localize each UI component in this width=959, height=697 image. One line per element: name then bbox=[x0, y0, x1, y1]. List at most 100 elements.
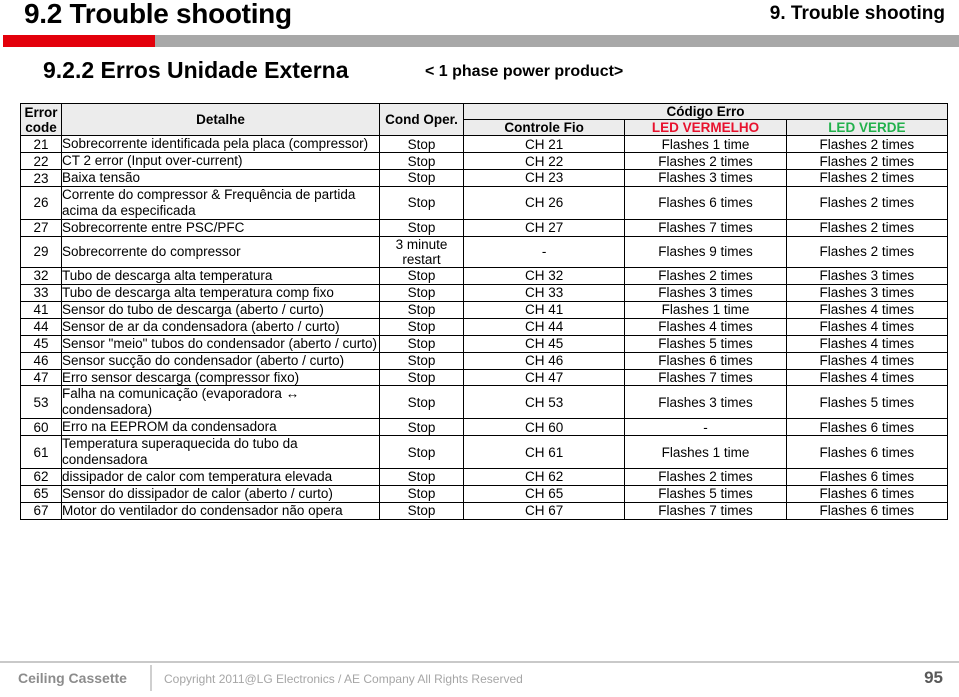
slide-header: 9.2 Trouble shooting 9. Trouble shooting bbox=[0, 0, 959, 33]
cell-controle-fio: CH 27 bbox=[462, 218, 626, 237]
cell-error-code: 22 bbox=[20, 152, 62, 171]
cell-led-vermelho: Flashes 1 time bbox=[624, 135, 787, 154]
cell-cond-oper: Stop bbox=[379, 266, 464, 285]
cell-detalhe: Tubo de descarga alta temperatura bbox=[61, 266, 380, 285]
cell-detalhe: Erro sensor descarga (compressor fixo) bbox=[61, 368, 380, 387]
cell-led-verde: Flashes 4 times bbox=[785, 351, 949, 370]
cell-detalhe: Baixa tensão bbox=[61, 169, 380, 187]
cell-led-verde: Flashes 4 times bbox=[785, 368, 949, 387]
cell-cond-oper: Stop bbox=[379, 351, 464, 370]
cell-led-verde: Flashes 2 times bbox=[785, 235, 949, 268]
cell-error-code: 46 bbox=[20, 351, 62, 370]
cell-led-vermelho: Flashes 9 times bbox=[624, 235, 787, 268]
cell-cond-oper: Stop bbox=[379, 135, 464, 154]
table-row: 47 Erro sensor descarga (compressor fixo)… bbox=[20, 368, 949, 387]
cell-error-code: 53 bbox=[20, 385, 62, 420]
table-row: 67 Motor do ventilador do condensador não… bbox=[20, 501, 949, 520]
cell-led-vermelho: Flashes 5 times bbox=[624, 484, 787, 503]
table-body: 21 Sobrecorrente identificada pela placa … bbox=[20, 135, 949, 520]
cell-controle-fio: CH 65 bbox=[462, 484, 626, 503]
column-header-error-code-line2: code bbox=[25, 119, 57, 135]
cell-led-vermelho: Flashes 3 times bbox=[624, 169, 787, 187]
cell-cond-oper: Stop bbox=[379, 185, 464, 220]
cell-led-verde: Flashes 6 times bbox=[785, 435, 949, 470]
cell-led-vermelho: Flashes 7 times bbox=[624, 501, 787, 520]
table-row: 41 Sensor do tubo de descarga (aberto / c… bbox=[20, 300, 949, 319]
table-row: 33 Tubo de descarga alta temperatura comp… bbox=[20, 283, 949, 302]
column-header-led-vermelho: LED VERMELHO bbox=[624, 119, 787, 137]
table-row: 23 Baixa tensão Stop CH 23 Flashes 3 times Fl… bbox=[20, 169, 949, 187]
cell-detalhe: Sensor do tubo de descarga (aberto / cur… bbox=[61, 300, 380, 319]
footer-brand: Ceiling Cassette bbox=[18, 670, 127, 686]
column-header-error-code: Error code bbox=[20, 102, 62, 137]
cell-led-vermelho: Flashes 3 times bbox=[624, 385, 787, 420]
column-header-codigo-erro: Código Erro bbox=[463, 102, 948, 121]
error-code-table-wrapper: Error code Detalhe Cond Oper. Código Err… bbox=[20, 102, 949, 520]
table-row: 61 Temperatura superaquecida do tubo da c… bbox=[20, 435, 949, 470]
cell-cond-oper: Stop bbox=[379, 218, 464, 237]
cell-led-verde: Flashes 6 times bbox=[785, 468, 949, 486]
cell-cond-oper: Stop bbox=[379, 169, 464, 187]
cell-error-code: 61 bbox=[20, 435, 62, 470]
table-row: 22 CT 2 error (Input over-current) Stop CH … bbox=[20, 152, 949, 171]
cell-cond-oper: Stop bbox=[379, 418, 464, 437]
table-row: 26 Corrente do compressor & Frequência de… bbox=[20, 185, 949, 220]
chapter-label: 9. Trouble shooting bbox=[769, 3, 945, 24]
table-row: 60 Erro na EEPROM da condensadora Stop CH 6… bbox=[20, 418, 949, 437]
table-row: 62 dissipador de calor com temperatura el… bbox=[20, 468, 949, 486]
table-row: 29 Sobrecorrente do compressor 3 minute re… bbox=[20, 235, 949, 268]
cell-error-code: 67 bbox=[20, 501, 62, 520]
cell-error-code: 45 bbox=[20, 334, 62, 353]
table-row: 21 Sobrecorrente identificada pela placa … bbox=[20, 135, 949, 154]
cell-controle-fio: CH 62 bbox=[462, 468, 626, 486]
table-row: 44 Sensor de ar da condensadora (aberto /… bbox=[20, 317, 949, 336]
cell-error-code: 65 bbox=[20, 484, 62, 503]
cell-controle-fio: CH 46 bbox=[462, 351, 626, 370]
cell-led-verde: Flashes 6 times bbox=[785, 418, 949, 437]
header-rule-bar bbox=[3, 35, 959, 47]
cell-led-verde: Flashes 6 times bbox=[785, 501, 949, 520]
cell-cond-oper: Stop bbox=[379, 283, 464, 302]
table-header: Error code Detalhe Cond Oper. Código Err… bbox=[20, 102, 949, 137]
cell-error-code: 62 bbox=[20, 468, 62, 486]
section-note: < 1 phase power product> bbox=[425, 63, 624, 80]
cell-cond-oper: Stop bbox=[379, 501, 464, 520]
cell-controle-fio: CH 26 bbox=[462, 185, 626, 220]
cell-cond-oper: Stop bbox=[379, 334, 464, 353]
cell-cond-oper: Stop bbox=[379, 385, 464, 420]
cell-controle-fio: CH 23 bbox=[462, 169, 626, 187]
table-row: 32 Tubo de descarga alta temperatura Stop C… bbox=[20, 266, 949, 285]
cell-cond-oper: Stop bbox=[379, 152, 464, 171]
cell-cond-oper: Stop bbox=[379, 484, 464, 503]
cell-error-code: 32 bbox=[20, 266, 62, 285]
cell-led-vermelho: Flashes 4 times bbox=[624, 317, 787, 336]
cell-cond-oper: Stop bbox=[379, 300, 464, 319]
cell-error-code: 27 bbox=[20, 218, 62, 237]
cell-controle-fio: CH 33 bbox=[462, 283, 626, 302]
cell-led-vermelho: - bbox=[624, 418, 787, 437]
cell-detalhe: Sobrecorrente identificada pela placa (c… bbox=[61, 135, 380, 154]
cell-detalhe: Falha na comunicação (evaporadora ↔ cond… bbox=[61, 385, 380, 420]
column-header-cond-oper: Cond Oper. bbox=[379, 102, 464, 137]
cell-detalhe: Corrente do compressor & Frequência de p… bbox=[61, 185, 380, 220]
cell-led-verde: Flashes 2 times bbox=[785, 169, 949, 187]
cell-led-verde: Flashes 4 times bbox=[785, 317, 949, 336]
page-title: 9.2 Trouble shooting bbox=[24, 0, 292, 29]
cell-detalhe: Temperatura superaquecida do tubo da con… bbox=[61, 435, 380, 470]
footer-copyright: Copyright 2011@LG Electronics / AE Compa… bbox=[164, 672, 523, 686]
cell-led-verde: Flashes 3 times bbox=[785, 283, 949, 302]
section-header: 9.2.2 Erros Unidade Externa < 1 phase po… bbox=[0, 57, 959, 95]
footer-divider bbox=[150, 665, 152, 691]
cell-led-vermelho: Flashes 6 times bbox=[624, 185, 787, 220]
cell-led-vermelho: Flashes 3 times bbox=[624, 283, 787, 302]
cell-detalhe: Sensor do dissipador de calor (aberto / … bbox=[61, 484, 380, 503]
cell-detalhe: Sensor sucção do condensador (aberto / c… bbox=[61, 351, 380, 370]
cell-error-code: 23 bbox=[20, 169, 62, 187]
table-header-row-top: Error code Detalhe Cond Oper. Código Err… bbox=[20, 102, 948, 137]
cell-error-code: 47 bbox=[20, 368, 62, 387]
cell-detalhe: Sobrecorrente entre PSC/PFC bbox=[61, 218, 380, 237]
cell-led-vermelho: Flashes 1 time bbox=[624, 435, 787, 470]
cell-led-vermelho: Flashes 1 time bbox=[624, 300, 787, 319]
error-code-table: Error code Detalhe Cond Oper. Código Err… bbox=[20, 102, 949, 520]
cell-controle-fio: CH 60 bbox=[462, 418, 626, 437]
